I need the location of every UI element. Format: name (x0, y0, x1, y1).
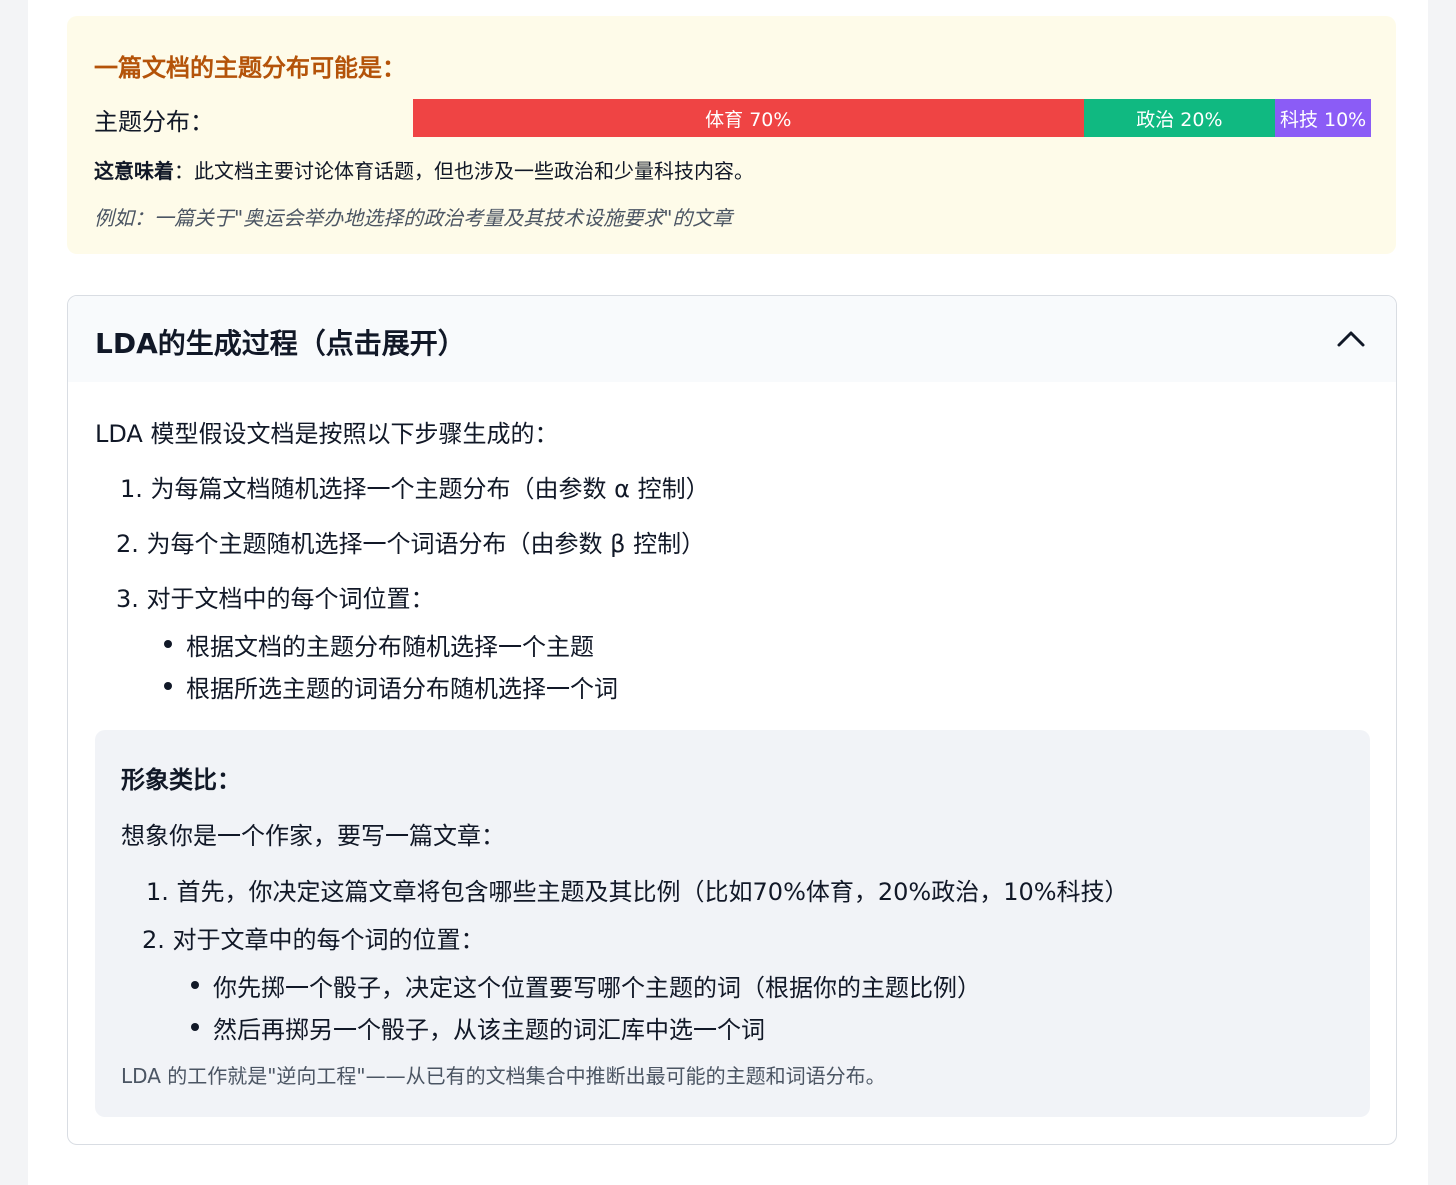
process-intro: LDA 模型假设文档是按照以下步骤生成的： (95, 420, 559, 448)
analogy-box: 形象类比： 想象你是一个作家，要写一篇文章： 1. 首先，你决定这篇文章将包含哪… (95, 730, 1370, 1117)
analogy-title: 形象类比： (121, 766, 241, 794)
process-step-1: 1. 为每篇文档随机选择一个主题分布（由参数 α 控制） (120, 475, 710, 503)
meaning-text: 这意味着：此文档主要讨论体育话题，但也涉及一些政治和少量科技内容。 (94, 155, 754, 184)
lda-process-accordion: LDA的生成过程（点击展开） LDA 模型假设文档是按照以下步骤生成的： 1. … (67, 295, 1397, 1145)
chevron-up-icon[interactable] (1336, 324, 1366, 354)
process-step-3: 3. 对于文档中的每个词位置： (116, 585, 435, 613)
process-sub-bullet-2: 根据所选主题的词语分布随机选择一个词 (164, 669, 618, 704)
process-sub-bullet-1: 根据文档的主题分布随机选择一个主题 (164, 627, 594, 662)
example-title: 一篇文档的主题分布可能是： (94, 54, 406, 82)
meaning-label: 这意味着 (94, 159, 174, 183)
segment-politics: 政治 20% (1083, 99, 1276, 137)
meaning-body: ：此文档主要讨论体育话题，但也涉及一些政治和少量科技内容。 (174, 159, 754, 183)
topic-distribution-example: 一篇文档的主题分布可能是： 主题分布： 体育 70% 政治 20% 科技 10%… (67, 16, 1396, 254)
analogy-sub-bullet-2: 然后再掷另一个骰子，从该主题的词汇库中选一个词 (191, 1010, 765, 1045)
distribution-bar: 体育 70% 政治 20% 科技 10% (413, 99, 1371, 137)
analogy-step-2: 2. 对于文章中的每个词的位置： (142, 926, 485, 954)
analogy-sub-bullet-1: 你先掷一个骰子，决定这个位置要写哪个主题的词（根据你的主题比例） (191, 968, 981, 1003)
segment-tech: 科技 10% (1275, 99, 1371, 137)
accordion-header[interactable]: LDA的生成过程（点击展开） (68, 296, 1396, 382)
distribution-label: 主题分布： (94, 108, 214, 136)
analogy-intro: 想象你是一个作家，要写一篇文章： (121, 822, 505, 850)
example-note: 例如：一篇关于"奥运会举办地选择的政治考量及其技术设施要求"的文章 (94, 206, 733, 230)
analogy-note: LDA 的工作就是"逆向工程"——从已有的文档集合中推断出最可能的主题和词语分布… (121, 1064, 886, 1088)
process-step-2: 2. 为每个主题随机选择一个词语分布（由参数 β 控制） (116, 530, 706, 558)
segment-sports: 体育 70% (413, 99, 1084, 137)
analogy-step-1: 1. 首先，你决定这篇文章将包含哪些主题及其比例（比如70%体育，20%政治，1… (146, 878, 1129, 906)
accordion-title: LDA的生成过程（点击展开） (95, 327, 466, 360)
